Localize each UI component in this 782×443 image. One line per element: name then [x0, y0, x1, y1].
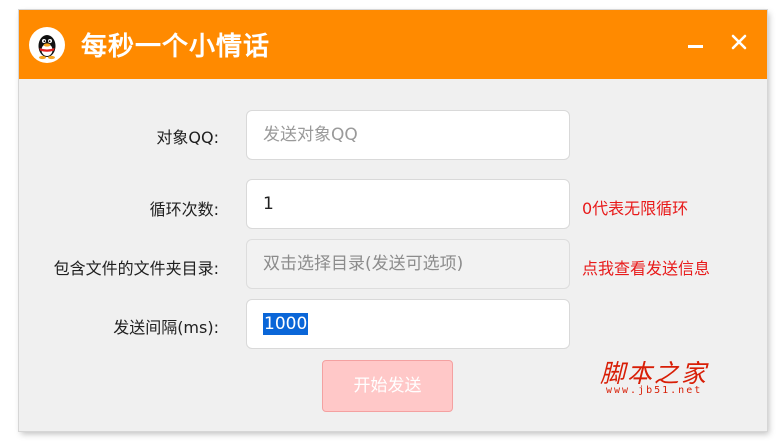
- loop-count-input[interactable]: [246, 179, 570, 229]
- watermark: 脚本之家 www.jb51.net: [596, 354, 726, 404]
- minimize-icon: [688, 45, 703, 48]
- window-title: 每秒一个小情话: [81, 32, 271, 62]
- target-qq-label: 对象QQ:: [156, 128, 219, 147]
- interval-label: 发送间隔(ms):: [113, 318, 219, 337]
- qq-penguin-icon: [29, 27, 65, 63]
- folder-input[interactable]: [246, 239, 570, 289]
- minimize-button[interactable]: [684, 30, 708, 54]
- title-bar[interactable]: 每秒一个小情话: [19, 10, 767, 79]
- view-send-info-link[interactable]: 点我查看发送信息: [582, 255, 710, 279]
- interval-input[interactable]: 1000: [246, 299, 570, 349]
- watermark-url-text: www.jb51.net: [606, 385, 703, 396]
- folder-label: 包含文件的文件夹目录:: [53, 259, 219, 278]
- loop-count-label: 循环次数:: [149, 200, 219, 219]
- close-icon: [731, 34, 747, 50]
- interval-value: 1000: [263, 313, 309, 335]
- start-send-button[interactable]: 开始发送: [322, 360, 453, 412]
- loop-count-hint: 0代表无限循环: [582, 199, 689, 218]
- close-button[interactable]: [727, 30, 751, 54]
- target-qq-input[interactable]: [246, 110, 570, 160]
